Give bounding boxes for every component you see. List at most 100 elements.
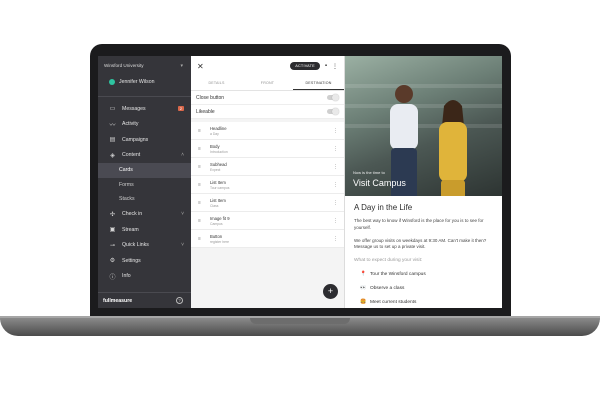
- more-vertical-icon[interactable]: ⋮: [333, 146, 338, 152]
- pin-icon: 📍: [360, 271, 367, 278]
- sidebar-item-label: Stream: [122, 226, 139, 233]
- component-title: Image fit 9: [210, 215, 230, 221]
- sidebar-item-label: Stacks: [119, 196, 135, 203]
- more-vertical-icon[interactable]: ⋮: [333, 200, 338, 206]
- eyes-icon: 👀: [360, 285, 367, 292]
- laptop-mockup: Winsford University ▾ Jennifer Wilson ▭ …: [0, 0, 600, 403]
- likeable-toggle[interactable]: [327, 108, 339, 115]
- setting-label: Likeable: [196, 108, 215, 115]
- sidebar-item-quick-links[interactable]: ⊸ Quick Links ˅: [98, 238, 191, 254]
- component-item[interactable]: ≡ List Item Class ⋮: [191, 194, 344, 212]
- component-subtitle: a Day: [210, 131, 219, 136]
- more-vertical-icon[interactable]: ⋮: [333, 236, 338, 242]
- tab-destination[interactable]: DESTINATION: [293, 76, 344, 90]
- preview-list-item: 📍 Tour the Winsford campus: [354, 271, 493, 277]
- component-title: Subhead: [210, 161, 227, 167]
- component-item[interactable]: ≡ Button register here ⋮: [191, 230, 344, 248]
- add-component-button[interactable]: +: [323, 284, 338, 299]
- component-subtitle: Expect: [210, 167, 221, 172]
- sidebar-item-label: Quick Links: [122, 242, 149, 249]
- sidebar-item-stacks[interactable]: Stacks: [98, 192, 191, 207]
- drag-handle-icon[interactable]: ≡: [198, 164, 203, 170]
- sidebar-item-info[interactable]: ⓘ Info: [98, 269, 191, 285]
- food-icon: 🍔: [360, 299, 367, 306]
- avatar: [109, 79, 115, 85]
- layers-icon: ◈: [110, 152, 115, 159]
- hero-title: Visit Campus: [353, 178, 406, 188]
- sidebar-item-settings[interactable]: ⚙ Settings: [98, 253, 191, 269]
- list-item-text: Observe a class: [370, 285, 405, 291]
- card-preview: Now is the time to Visit Campus A Day in…: [345, 56, 502, 308]
- editor-toolbar: ✕ ACTIVATE ▪ ⋮: [191, 56, 344, 76]
- chevron-down-icon: ˅: [181, 242, 184, 249]
- drag-handle-icon[interactable]: ≡: [198, 146, 203, 152]
- editor-tabs: DETAILS FRONT DESTINATION: [191, 76, 344, 91]
- more-vertical-icon[interactable]: ⋮: [333, 164, 338, 170]
- component-title: Body: [210, 143, 220, 149]
- close-icon[interactable]: ✕: [197, 62, 204, 71]
- sidebar-item-cards[interactable]: Cards: [98, 163, 191, 178]
- inbox-icon: ▭: [109, 106, 116, 113]
- sidebar-item-check-in[interactable]: ✣ Check in ˅: [98, 207, 191, 223]
- user-profile[interactable]: Jennifer Wilson: [98, 70, 191, 88]
- org-switcher[interactable]: Winsford University ▾: [98, 56, 191, 70]
- more-vertical-icon[interactable]: ⋮: [333, 218, 338, 224]
- sidebar-item-label: Forms: [119, 181, 134, 188]
- link-icon: ⊸: [109, 242, 116, 249]
- sidebar-item-activity[interactable]: 〰 Activity: [98, 117, 191, 133]
- setting-label: Close button: [196, 94, 225, 101]
- component-title: Button: [210, 233, 223, 239]
- sidebar-item-stream[interactable]: ▣ Stream: [98, 222, 191, 238]
- activate-button[interactable]: ACTIVATE: [290, 62, 320, 70]
- more-vertical-icon[interactable]: ⋮: [332, 63, 338, 70]
- student-figure-2: [439, 100, 467, 196]
- component-subtitle: Class: [210, 203, 219, 208]
- likeable-setting: Likeable: [191, 105, 344, 119]
- drag-handle-icon[interactable]: ≡: [198, 128, 203, 134]
- preview-paragraph: The best way to know if Winsford is the …: [354, 218, 484, 230]
- drag-handle-icon[interactable]: ≡: [198, 218, 203, 224]
- component-title: Headline: [210, 125, 227, 131]
- sidebar-item-content[interactable]: ◈ Content ˄: [98, 148, 191, 164]
- gear-icon: ⚙: [109, 258, 116, 265]
- sidebar-item-campaigns[interactable]: ▤ Campaigns: [98, 132, 191, 148]
- component-item[interactable]: ≡ Body Introduction ⋮: [191, 140, 344, 158]
- sidebar-item-label: Cards: [119, 167, 133, 174]
- stream-icon: ▣: [109, 227, 116, 234]
- more-vertical-icon[interactable]: ⋮: [333, 128, 338, 134]
- sidebar-item-label: Activity: [122, 121, 139, 128]
- component-item[interactable]: ≡ Image fit 9 Campus ⋮: [191, 212, 344, 230]
- component-title: List Item: [210, 179, 226, 185]
- help-icon[interactable]: ?: [176, 297, 183, 304]
- user-name: Jennifer Wilson: [119, 79, 155, 85]
- sidebar-item-messages[interactable]: ▭ Messages 2: [98, 101, 191, 117]
- sidebar: Winsford University ▾ Jennifer Wilson ▭ …: [98, 56, 191, 308]
- preview-heading: A Day in the Life: [354, 203, 413, 212]
- preview-list-item: 🍔 Meet current students: [354, 299, 493, 305]
- component-item[interactable]: ≡ Subhead Expect ⋮: [191, 158, 344, 176]
- sidebar-item-label: Info: [122, 273, 131, 280]
- hero-image: Now is the time to Visit Campus: [345, 56, 502, 196]
- save-icon[interactable]: ▪: [325, 63, 327, 69]
- component-subtitle: Tour campus: [210, 185, 230, 190]
- checkin-icon: ✣: [109, 211, 116, 218]
- close-button-toggle[interactable]: [327, 94, 339, 101]
- sidebar-item-forms[interactable]: Forms: [98, 178, 191, 193]
- preview-body: A Day in the Life The best way to know i…: [345, 196, 502, 305]
- component-item[interactable]: ≡ Headline a Day ⋮: [191, 122, 344, 140]
- more-vertical-icon[interactable]: ⋮: [333, 182, 338, 188]
- drag-handle-icon[interactable]: ≡: [198, 236, 203, 242]
- component-subtitle: Campus: [210, 221, 223, 226]
- sidebar-item-label: Check in: [122, 211, 143, 218]
- component-item[interactable]: ≡ List Item Tour campus ⋮: [191, 176, 344, 194]
- close-button-setting: Close button: [191, 91, 344, 105]
- drag-handle-icon[interactable]: ≡: [198, 182, 203, 188]
- drag-handle-icon[interactable]: ≡: [198, 200, 203, 206]
- sidebar-footer: fullmeasure ?: [98, 292, 191, 308]
- component-list: ≡ Headline a Day ⋮ ≡ Body Introduction ⋮ ≡…: [191, 122, 344, 248]
- chevron-down-icon: ▾: [180, 62, 183, 69]
- tab-details[interactable]: DETAILS: [191, 76, 242, 90]
- tab-front[interactable]: FRONT: [242, 76, 293, 90]
- hero-caption: Now is the time to Visit Campus: [353, 170, 406, 188]
- preview-paragraph: We offer group visits on weekdays at 9:3…: [354, 237, 487, 250]
